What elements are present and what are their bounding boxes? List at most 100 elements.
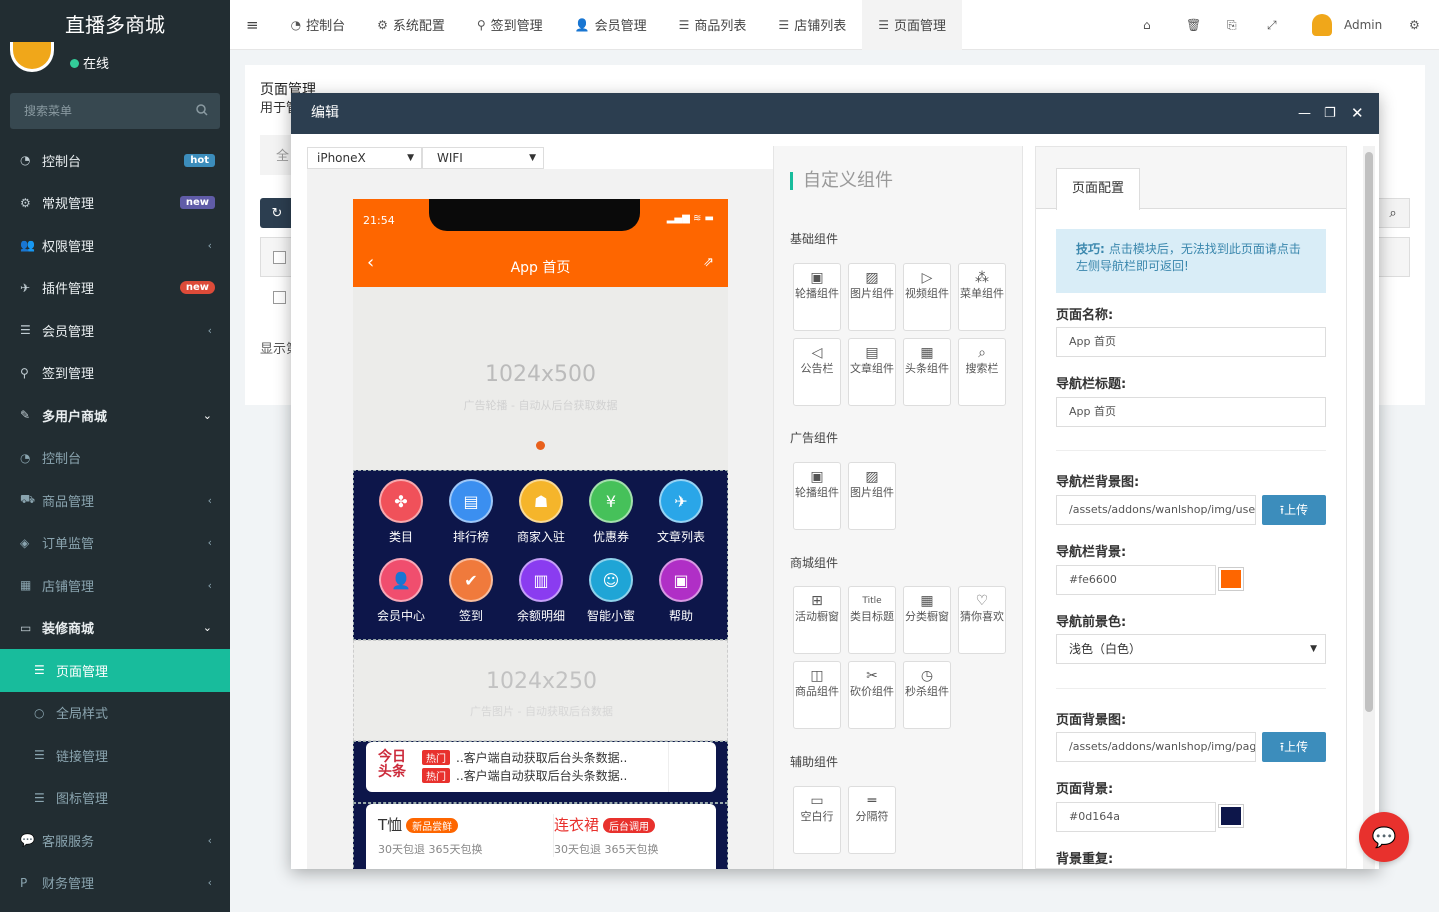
row-checkbox[interactable]: [273, 291, 286, 304]
component-label: 分类橱窗: [905, 610, 949, 623]
maximize-icon[interactable]: ❐: [1324, 93, 1336, 134]
top-navbar: ≡ ◔ 控制台 ⚙ 系统配置 ⚲ 签到管理 👤 会员管理 ☰ 商品列表 ☰ 店铺列表 ☰ 页面…: [230, 0, 1439, 50]
component-carousel[interactable]: ▣ 轮播组件: [793, 263, 841, 331]
sidebar-item-signin[interactable]: ⚲ 签到管理: [0, 352, 230, 395]
component-blank-line[interactable]: ▭ 空白行: [793, 786, 841, 854]
minimize-icon[interactable]: —: [1298, 93, 1311, 134]
device-select[interactable]: iPhoneX ▼: [307, 147, 422, 169]
component-headline[interactable]: ▦ 头条组件: [903, 338, 951, 406]
page-bg-img-input[interactable]: /assets/addons/wanlshop/img/pag: [1056, 732, 1256, 762]
tab-page-manage[interactable]: ☰ 页面管理: [862, 0, 962, 50]
tab-store-list[interactable]: ☰ 店铺列表: [762, 0, 862, 50]
page-bg-input[interactable]: #0d164a: [1056, 802, 1216, 832]
banner-hint: 广告轮播 - 自动从后台获取数据: [463, 399, 618, 412]
component-video[interactable]: ▷ 视频组件: [903, 263, 951, 331]
sidebar-item-auth[interactable]: 👥 权限管理 ‹: [0, 224, 230, 267]
sidebar-item-links[interactable]: ☰ 链接管理: [0, 734, 230, 777]
nav-title-input[interactable]: App 首页: [1056, 397, 1326, 427]
sidebar-item-label: 商品管理: [42, 494, 95, 510]
refresh-button[interactable]: ↻: [260, 198, 294, 228]
tab-system-config[interactable]: ⚙ 系统配置: [361, 0, 461, 50]
ad-image-component[interactable]: 1024x250 广告图片 - 自动获取后台数据: [353, 640, 728, 741]
component-seckill[interactable]: ◷ 秒杀组件: [903, 661, 951, 729]
clock-icon: ◷: [920, 668, 934, 684]
component-image[interactable]: ▨ 图片组件: [848, 263, 896, 331]
search-icon[interactable]: [196, 104, 208, 116]
sidebar-item-addon[interactable]: ✈ 插件管理 new: [0, 267, 230, 310]
network-select[interactable]: WIFI ▼: [422, 147, 544, 169]
component-goods[interactable]: ◫ 商品组件: [793, 661, 841, 729]
admin-menu[interactable]: Admin: [1312, 0, 1382, 50]
close-icon[interactable]: ✕: [1351, 93, 1364, 134]
scroll-thumb[interactable]: [1365, 152, 1373, 712]
user-icon: 👤: [574, 17, 590, 32]
device-value: iPhoneX: [317, 151, 366, 165]
component-category-title[interactable]: Title 类目标题: [848, 586, 896, 654]
nav-bg-img-input[interactable]: /assets/addons/wanlshop/img/use: [1056, 495, 1256, 525]
component-ad-image[interactable]: ▨ 图片组件: [848, 462, 896, 530]
sidebar-item-multishop[interactable]: ✎ 多用户商城 ⌄: [0, 394, 230, 437]
sidebar-item-dashboard[interactable]: ◔ 控制台 hot: [0, 139, 230, 182]
list-icon: ☰: [34, 663, 45, 678]
sidebar-item-goods[interactable]: ⛟ 商品管理 ‹: [0, 479, 230, 522]
modal-scrollbar[interactable]: [1363, 146, 1375, 869]
trash-icon[interactable]: 🗑: [1186, 0, 1201, 50]
nav-bg-input[interactable]: #fe6600: [1056, 565, 1216, 595]
sidebar-item-stores[interactable]: ▦ 店铺管理 ‹: [0, 564, 230, 607]
settings-icon[interactable]: ⚙: [1409, 0, 1420, 50]
sidebar-item-service[interactable]: 💬 客服服务 ‹: [0, 819, 230, 862]
tab-signin[interactable]: ⚲ 签到管理: [461, 0, 559, 50]
desktop-icon: ▭: [20, 620, 32, 635]
bg-repeat-label: 背景重复:: [1056, 852, 1114, 867]
nav-bg-img-label: 导航栏背景图:: [1056, 475, 1140, 490]
sidebar-item-page-manage[interactable]: ☰ 页面管理: [0, 649, 230, 692]
component-label: 头条组件: [905, 362, 949, 375]
sidebar-item-member[interactable]: ☰ 会员管理 ‹: [0, 309, 230, 352]
component-menu[interactable]: ⁂ 菜单组件: [958, 263, 1006, 331]
grid-icon: ▦: [920, 593, 934, 609]
component-category-window[interactable]: ▦ 分类橱窗: [903, 586, 951, 654]
component-guess-like[interactable]: ♡ 猜你喜欢: [958, 586, 1006, 654]
menu-component[interactable]: ✤ 类目 ▤ 排行榜 ☗ 商家入驻 ¥ 优惠券 ✈ 文章列表 👤 会员中心 ✔ 签到 ▥ 余额明…: [353, 470, 728, 640]
tab-goods-list[interactable]: ☰ 商品列表: [663, 0, 763, 50]
section-basic: 基础组件: [790, 232, 839, 246]
sidebar-item-general[interactable]: ⚙ 常规管理 new: [0, 182, 230, 225]
phone-header[interactable]: 21:54 ▂▄▆ ≋ ▬ ‹ App 首页 ⇗: [353, 199, 728, 287]
component-article[interactable]: ▤ 文章组件: [848, 338, 896, 406]
sidebar-item-icons[interactable]: ☰ 图标管理: [0, 777, 230, 820]
sidebar-item-global-style[interactable]: ○ 全局样式: [0, 692, 230, 735]
section-ad: 广告组件: [790, 431, 839, 445]
tab-member[interactable]: 👤 会员管理: [559, 0, 663, 50]
sidebar-item-orders[interactable]: ◈ 订单监管 ‹: [0, 522, 230, 565]
headline-component[interactable]: 今日头条 热门 ..客户端自动获取后台头条数据.. 热门 ..客户端自动获取后台头条…: [353, 741, 728, 803]
sidebar-item-decorate[interactable]: ▭ 装修商城 ⌄: [0, 607, 230, 650]
component-ad-carousel[interactable]: ▣ 轮播组件: [793, 462, 841, 530]
component-notice[interactable]: ◁ 公告栏: [793, 338, 841, 406]
language-icon[interactable]: ⎘: [1227, 0, 1237, 50]
component-bargain[interactable]: ✂ 砍价组件: [848, 661, 896, 729]
page-bg-color-swatch[interactable]: [1218, 804, 1244, 828]
page-bg-upload-button[interactable]: ⭱上传: [1262, 732, 1326, 762]
fullscreen-icon[interactable]: ⤢: [1267, 0, 1277, 50]
row-checkbox[interactable]: [273, 251, 286, 264]
chat-float-button[interactable]: 💬: [1359, 812, 1409, 862]
sidebar-item-finance[interactable]: P 财务管理 ‹: [0, 862, 230, 905]
menu-toggle-button[interactable]: ≡: [230, 0, 275, 50]
component-search[interactable]: ⌕ 搜索栏: [958, 338, 1006, 406]
nav-bg-upload-button[interactable]: ⭱上传: [1262, 495, 1326, 525]
home-icon[interactable]: ⌂: [1143, 0, 1151, 50]
sidebar-item-shop-dashboard[interactable]: ◔ 控制台: [0, 437, 230, 480]
component-activity-window[interactable]: ⊞ 活动橱窗: [793, 586, 841, 654]
activity-window-component[interactable]: T恤 新品尝鲜 30天包退 365天包换 连衣裙 后台调用 30天包退 365天包换: [353, 803, 728, 869]
table-search-button[interactable]: ⌕: [1376, 198, 1410, 228]
menu-search-input[interactable]: 搜索菜单: [10, 93, 220, 129]
nav-title-label: 导航栏标题:: [1056, 377, 1127, 392]
tab-dashboard[interactable]: ◔ 控制台: [275, 0, 362, 50]
banner-component[interactable]: 1024x500 广告轮播 - 自动从后台获取数据: [353, 287, 728, 470]
nav-bg-color-swatch[interactable]: [1218, 567, 1244, 591]
page-name-input[interactable]: App 首页: [1056, 327, 1326, 357]
component-divider[interactable]: ═ 分隔符: [848, 786, 896, 854]
tab-page-config[interactable]: 页面配置: [1056, 168, 1140, 210]
nav-fg-select[interactable]: 浅色（白色） ▼: [1056, 634, 1326, 664]
avatar[interactable]: [10, 42, 54, 72]
